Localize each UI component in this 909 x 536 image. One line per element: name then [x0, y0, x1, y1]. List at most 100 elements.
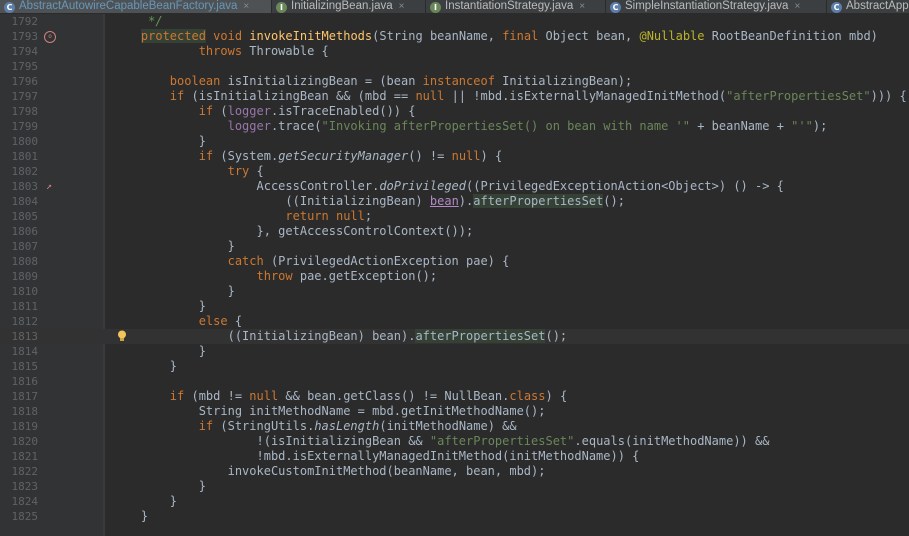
code-line[interactable]: 1812 else {: [0, 314, 909, 329]
tab-abstract-app[interactable]: C AbstractApp: [827, 0, 909, 13]
code-line[interactable]: 1813 ((InitializingBean) bean).afterProp…: [0, 329, 909, 344]
code-line[interactable]: 1795: [0, 59, 909, 74]
code-text: }: [112, 479, 206, 493]
code-text: if (logger.isTraceEnabled()) {: [198, 104, 416, 118]
line-number: 1804: [11, 195, 39, 208]
code-line[interactable]: 1817 if (mbd != null && bean.getClass() …: [0, 389, 909, 404]
code-text: logger.trace("Invoking afterPropertiesSe…: [227, 119, 828, 133]
code-line[interactable]: 1797 if (isInitializingBean && (mbd == n…: [0, 89, 909, 104]
line-number: 1797: [11, 90, 39, 103]
line-number: 1815: [11, 360, 39, 373]
code-line[interactable]: 1820 !(isInitializingBean && "afterPrope…: [0, 434, 909, 449]
line-number: 1825: [11, 510, 39, 523]
class-icon: C: [831, 2, 842, 13]
code-text: */: [112, 14, 163, 28]
code-text: throws Throwable {: [198, 44, 329, 58]
line-number: 1811: [11, 300, 39, 313]
code-line[interactable]: 1815 }: [0, 359, 909, 374]
code-text: protected void invokeInitMethods(String …: [140, 29, 878, 43]
code-text: }: [112, 134, 206, 148]
line-number: 1819: [11, 420, 39, 433]
lambda-icon[interactable]: ↗: [44, 181, 54, 192]
code-text: String initMethodName = mbd.getInitMetho…: [112, 404, 546, 418]
line-number: 1802: [11, 165, 39, 178]
line-number: 1814: [11, 345, 39, 358]
override-method-icon[interactable]: o: [44, 31, 56, 43]
code-line[interactable]: 1799 logger.trace("Invoking afterPropert…: [0, 119, 909, 134]
line-number: 1806: [11, 225, 39, 238]
code-line[interactable]: 1811 }: [0, 299, 909, 314]
close-icon[interactable]: ×: [243, 1, 249, 12]
tab-instantiation-strategy[interactable]: I InstantiationStrategy.java ×: [426, 0, 606, 13]
code-line[interactable]: 1824 }: [0, 494, 909, 509]
code-text: ((InitializingBean) bean).afterPropertie…: [112, 194, 625, 208]
code-line[interactable]: 1822 invokeCustomInitMethod(beanName, be…: [0, 464, 909, 479]
code-line[interactable]: 1796 boolean isInitializingBean = (bean …: [0, 74, 909, 89]
code-text: }: [112, 344, 206, 358]
code-editor[interactable]: 1792 */1793 o protected void invokeInitMe…: [0, 14, 909, 524]
code-text: }: [112, 359, 178, 373]
tab-simple-instantiation-strategy[interactable]: C SimpleInstantiationStrategy.java ×: [606, 0, 827, 13]
line-number: 1824: [11, 495, 39, 508]
code-line[interactable]: 1792 */: [0, 14, 909, 29]
code-line[interactable]: 1814 }: [0, 344, 909, 359]
line-number: 1795: [11, 60, 39, 73]
code-line[interactable]: 1809 throw pae.getException();: [0, 269, 909, 284]
code-text: if (isInitializingBean && (mbd == null |…: [169, 89, 907, 103]
code-line[interactable]: 1819 if (StringUtils.hasLength(initMetho…: [0, 419, 909, 434]
line-number: 1817: [11, 390, 39, 403]
line-number: 1798: [11, 105, 39, 118]
tab-label: AbstractApp: [846, 0, 909, 12]
code-text: if (StringUtils.hasLength(initMethodName…: [198, 419, 517, 433]
code-line[interactable]: 1800 }: [0, 134, 909, 149]
line-number: 1801: [11, 150, 39, 163]
code-text: try {: [227, 164, 264, 178]
line-number: 1810: [11, 285, 39, 298]
code-line[interactable]: 1825 }: [0, 509, 909, 524]
line-number: 1793: [11, 30, 39, 43]
line-number: 1821: [11, 450, 39, 463]
code-line[interactable]: 1793 o protected void invokeInitMethods(S…: [0, 29, 909, 44]
code-line[interactable]: 1805 return null;: [0, 209, 909, 224]
code-line[interactable]: 1798 if (logger.isTraceEnabled()) {: [0, 104, 909, 119]
code-line[interactable]: 1818 String initMethodName = mbd.getInit…: [0, 404, 909, 419]
close-icon[interactable]: ×: [399, 1, 405, 12]
code-line[interactable]: 1808 catch (PrivilegedActionException pa…: [0, 254, 909, 269]
tab-abstract-autowire-capable-bean-factory[interactable]: C AbstractAutowireCapableBeanFactory.java…: [0, 0, 272, 13]
line-number: 1816: [11, 375, 39, 388]
line-number: 1796: [11, 75, 39, 88]
code-line[interactable]: 1816: [0, 374, 909, 389]
code-line[interactable]: 1801 if (System.getSecurityManager() != …: [0, 149, 909, 164]
code-line[interactable]: 1804 ((InitializingBean) bean).afterProp…: [0, 194, 909, 209]
code-text: throw pae.getException();: [256, 269, 438, 283]
code-line[interactable]: 1810 }: [0, 284, 909, 299]
interface-icon: I: [276, 2, 287, 13]
line-number: 1809: [11, 270, 39, 283]
close-icon[interactable]: ×: [794, 1, 800, 12]
code-line[interactable]: 1806 }, getAccessControlContext());: [0, 224, 909, 239]
line-number: 1818: [11, 405, 39, 418]
line-number: 1800: [11, 135, 39, 148]
code-line[interactable]: 1794 throws Throwable {: [0, 44, 909, 59]
line-number: 1820: [11, 435, 39, 448]
code-text: }: [112, 509, 149, 523]
code-line[interactable]: 1807 }: [0, 239, 909, 254]
code-text: AccessController.doPrivileged((Privilege…: [112, 179, 784, 193]
close-icon[interactable]: ×: [579, 1, 585, 12]
code-line[interactable]: 1803 ↗ AccessController.doPrivileged((Pri…: [0, 179, 909, 194]
line-number: 1823: [11, 480, 39, 493]
tab-initializing-bean[interactable]: I InitializingBean.java ×: [272, 0, 426, 13]
code-line[interactable]: 1821 !mbd.isExternallyManagedInitMethod(…: [0, 449, 909, 464]
interface-icon: I: [430, 2, 441, 13]
line-number: 1812: [11, 315, 39, 328]
code-line[interactable]: 1802 try {: [0, 164, 909, 179]
code-text: }: [112, 284, 235, 298]
line-number: 1803: [11, 180, 39, 193]
code-text: return null;: [285, 209, 373, 223]
code-line[interactable]: 1823 }: [0, 479, 909, 494]
code-text: }: [112, 299, 206, 313]
tab-label: InstantiationStrategy.java: [445, 0, 574, 12]
code-text: if (mbd != null && bean.getClass() != Nu…: [169, 389, 568, 403]
class-icon: C: [4, 2, 15, 13]
line-number: 1808: [11, 255, 39, 268]
